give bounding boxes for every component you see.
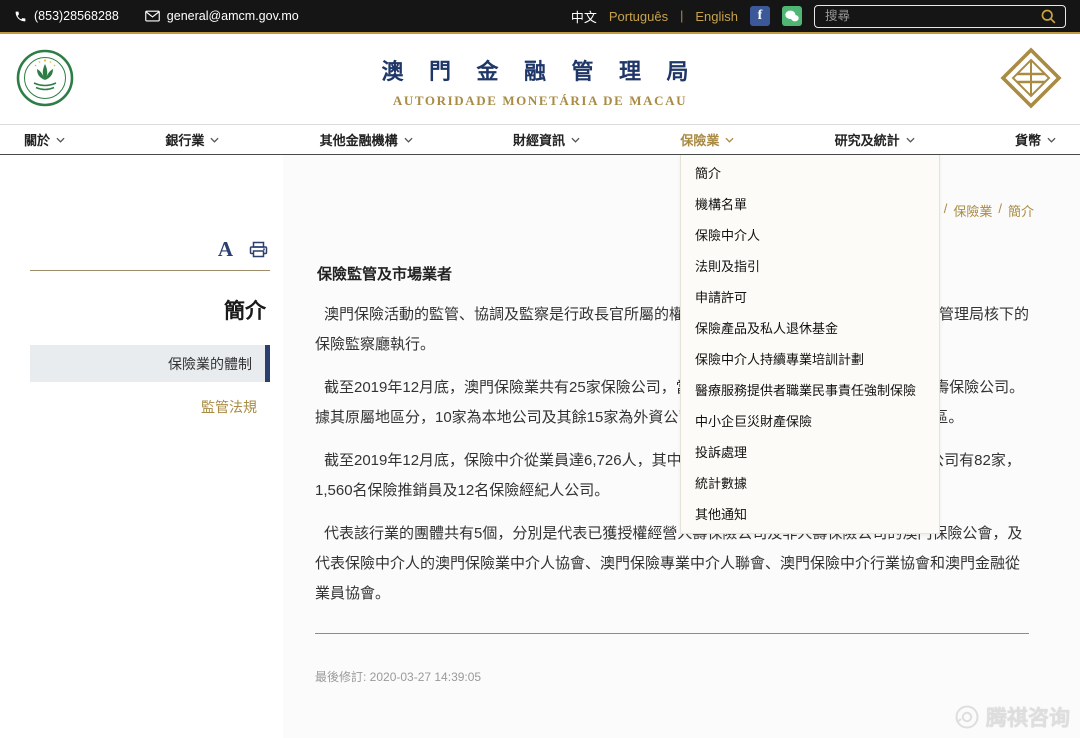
main-nav: 關於 銀行業 其他金融機構 財經資訊 保險業 研究及統計 貨幣 xyxy=(0,124,1080,155)
wechat-icon[interactable] xyxy=(782,6,802,26)
dropdown-item-institution-list[interactable]: 機構名單 xyxy=(681,189,939,220)
facebook-letter: f xyxy=(758,9,763,23)
sidebar-item-label: 保險業的體制 xyxy=(168,354,252,374)
nav-item-currency[interactable]: 貨幣 xyxy=(1015,130,1056,149)
nav-item-research-statistics[interactable]: 研究及統計 xyxy=(835,130,915,149)
watermark: 腾祺咨询 xyxy=(954,702,1070,732)
breadcrumb-section[interactable]: 保險業 xyxy=(953,201,992,220)
nav-label: 財經資訊 xyxy=(513,130,565,149)
watermark-text: 腾祺咨询 xyxy=(986,702,1070,732)
dropdown-item-complaints[interactable]: 投訴處理 xyxy=(681,437,939,468)
dropdown-item-application-license[interactable]: 申請許可 xyxy=(681,282,939,313)
dropdown-item-sme-catastrophe-insurance[interactable]: 中小企巨災財產保險 xyxy=(681,406,939,437)
phone-number: (853)28568288 xyxy=(34,9,119,23)
sidebar-item-label: 監管法規 xyxy=(201,397,257,417)
sidebar-divider xyxy=(30,270,270,271)
dropdown-item-rules-guidelines[interactable]: 法則及指引 xyxy=(681,251,939,282)
chevron-down-icon xyxy=(404,137,413,143)
phone-icon xyxy=(14,10,27,23)
content-divider xyxy=(315,633,1029,634)
sidebar-item-regulations[interactable]: 監管法規 xyxy=(30,388,270,425)
nav-label: 保險業 xyxy=(680,130,719,149)
print-icon[interactable] xyxy=(249,241,268,258)
chevron-down-icon xyxy=(725,137,734,143)
nav-item-about[interactable]: 關於 xyxy=(24,130,65,149)
dropdown-item-medical-liability-insurance[interactable]: 醫療服務提供者職業民事責任強制保險 xyxy=(681,375,939,406)
chevron-down-icon xyxy=(1047,137,1056,143)
facebook-icon[interactable]: f xyxy=(750,6,770,26)
topbar-right: 中文 Português | English f xyxy=(571,5,1066,28)
sidebar: A 簡介 保險業的體制 監管法規 xyxy=(30,239,270,425)
dropdown-item-products-pension-funds[interactable]: 保險產品及私人退休基金 xyxy=(681,313,939,344)
nav-item-financial-information[interactable]: 財經資訊 xyxy=(513,130,580,149)
content-area: 主頁 / 保險業 / 簡介 A 簡介 xyxy=(0,155,1080,738)
nav-label: 關於 xyxy=(24,130,50,149)
nav-item-other-financial-institutions[interactable]: 其他金融機構 xyxy=(320,130,413,149)
dropdown-item-introduction[interactable]: 簡介 xyxy=(681,158,939,189)
chevron-down-icon xyxy=(571,137,580,143)
amcm-logo[interactable] xyxy=(1000,47,1062,114)
email-address: general@amcm.gov.mo xyxy=(167,9,299,23)
dropdown-item-other-notices[interactable]: 其他通知 xyxy=(681,499,939,530)
site-titles: 澳 門 金 融 管 理 局 AUTORIDADE MONETÁRIA DE MA… xyxy=(0,54,1080,109)
page: (853)28568288 general@amcm.gov.mo 中文 Por… xyxy=(0,0,1080,738)
breadcrumb-separator: / xyxy=(944,201,948,220)
search-input[interactable] xyxy=(823,8,1034,24)
sidebar-tools: A xyxy=(30,239,270,260)
last-modified-text: 最後修訂: 2020-03-27 14:39:05 xyxy=(315,668,1029,685)
search-icon[interactable] xyxy=(1040,8,1057,25)
lang-english[interactable]: English xyxy=(695,9,738,24)
dropdown-item-statistics[interactable]: 統計數據 xyxy=(681,468,939,499)
lang-portuguese[interactable]: Português xyxy=(609,9,668,24)
breadcrumb-separator: / xyxy=(998,201,1002,220)
breadcrumb-current: 簡介 xyxy=(1008,201,1034,220)
nav-item-banking[interactable]: 銀行業 xyxy=(165,130,219,149)
lang-chinese[interactable]: 中文 xyxy=(571,7,597,26)
font-size-button[interactable]: A xyxy=(218,239,233,260)
nav-label: 貨幣 xyxy=(1015,130,1041,149)
chevron-down-icon xyxy=(906,137,915,143)
email-icon xyxy=(145,10,160,22)
nav-item-insurance[interactable]: 保險業 xyxy=(680,130,734,149)
topbar-contacts: (853)28568288 general@amcm.gov.mo xyxy=(14,9,299,23)
phone-contact: (853)28568288 xyxy=(14,9,119,23)
nav-label: 其他金融機構 xyxy=(320,130,398,149)
site-title-portuguese: AUTORIDADE MONETÁRIA DE MACAU xyxy=(0,93,1080,109)
nav-label: 銀行業 xyxy=(165,130,204,149)
chevron-down-icon xyxy=(56,137,65,143)
search-box xyxy=(814,5,1066,28)
lang-divider: | xyxy=(680,9,683,23)
sidebar-heading: 簡介 xyxy=(30,295,270,325)
watermark-icon xyxy=(954,704,980,730)
dropdown-item-insurance-intermediaries[interactable]: 保險中介人 xyxy=(681,220,939,251)
sidebar-menu: 保險業的體制 監管法規 xyxy=(30,345,270,425)
sidebar-item-insurance-system[interactable]: 保險業的體制 xyxy=(30,345,270,382)
dropdown-item-cpd-programme[interactable]: 保險中介人持續專業培訓計劃 xyxy=(681,344,939,375)
email-contact[interactable]: general@amcm.gov.mo xyxy=(145,9,299,23)
insurance-dropdown-menu: 簡介 機構名單 保險中介人 法則及指引 申請許可 保險產品及私人退休基金 保險中… xyxy=(680,155,940,534)
site-title-chinese: 澳 門 金 融 管 理 局 xyxy=(0,54,1080,86)
chevron-down-icon xyxy=(210,137,219,143)
nav-label: 研究及統計 xyxy=(835,130,900,149)
topbar: (853)28568288 general@amcm.gov.mo 中文 Por… xyxy=(0,0,1080,34)
site-header: 澳 門 金 融 管 理 局 AUTORIDADE MONETÁRIA DE MA… xyxy=(0,34,1080,124)
